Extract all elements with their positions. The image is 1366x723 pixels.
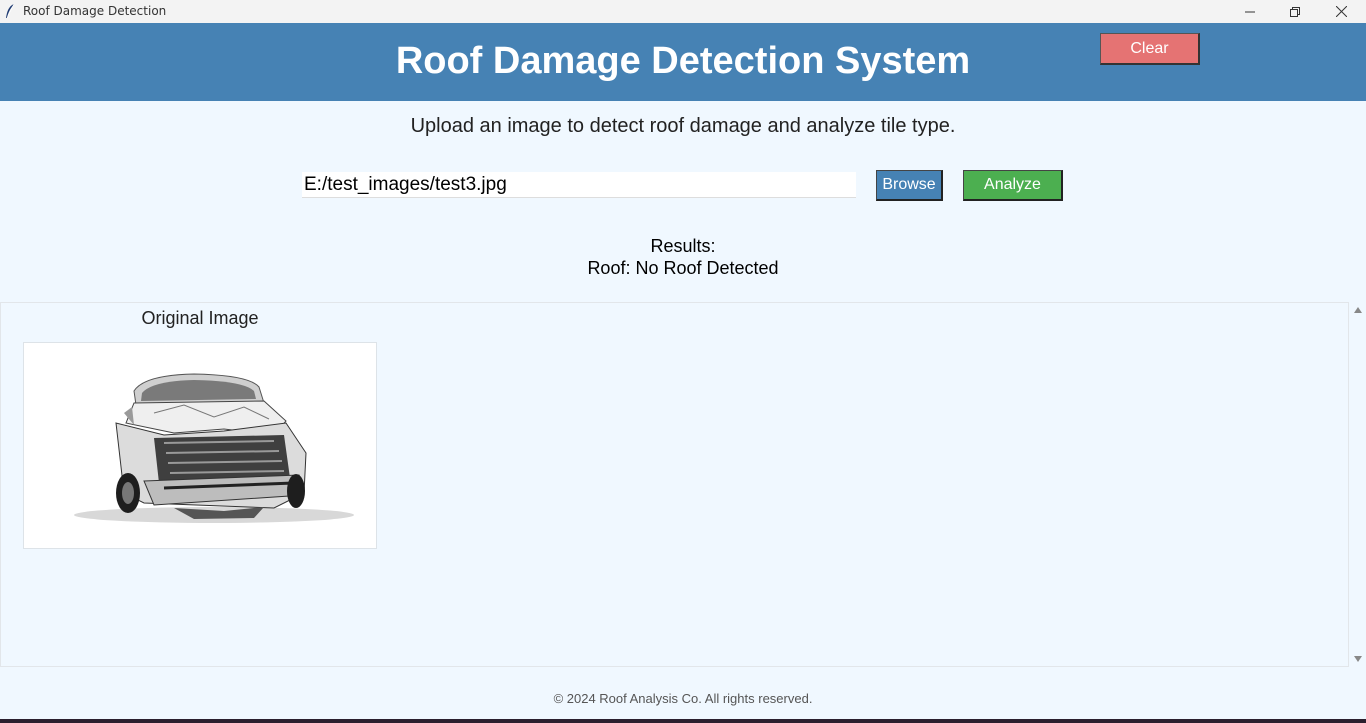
scroll-down-icon[interactable] bbox=[1354, 656, 1362, 662]
file-path-input[interactable] bbox=[302, 172, 856, 198]
instructions-text: Upload an image to detect roof damage an… bbox=[410, 115, 956, 137]
scroll-up-icon[interactable] bbox=[1354, 307, 1362, 313]
restore-button[interactable] bbox=[1272, 0, 1318, 23]
browse-button[interactable]: Browse bbox=[876, 170, 943, 201]
original-image bbox=[23, 342, 377, 549]
clear-button[interactable]: Clear bbox=[1100, 33, 1200, 65]
analyze-button[interactable]: Analyze bbox=[963, 170, 1063, 201]
restore-icon bbox=[1290, 6, 1300, 17]
app-header: Roof Damage Detection System Clear bbox=[0, 23, 1366, 101]
image-scroll-area[interactable]: Original Image bbox=[0, 302, 1349, 667]
results-heading: Results: bbox=[650, 236, 716, 256]
original-image-label: Original Image bbox=[141, 308, 259, 328]
window-title: Roof Damage Detection bbox=[23, 4, 167, 18]
taskbar-edge bbox=[0, 719, 1366, 723]
window-titlebar: Roof Damage Detection bbox=[0, 0, 1366, 23]
results-panel: Results: Roof: No Roof Detected bbox=[0, 235, 1366, 279]
minimize-button[interactable] bbox=[1227, 0, 1273, 23]
damaged-car-photo bbox=[74, 373, 354, 523]
close-button[interactable] bbox=[1318, 0, 1364, 23]
close-icon bbox=[1335, 6, 1347, 17]
minimize-icon bbox=[1245, 11, 1255, 12]
vertical-scrollbar[interactable] bbox=[1350, 302, 1366, 667]
results-roof-status: Roof: No Roof Detected bbox=[587, 258, 779, 278]
feather-icon bbox=[6, 3, 15, 19]
footer-copyright: © 2024 Roof Analysis Co. All rights rese… bbox=[553, 691, 813, 706]
